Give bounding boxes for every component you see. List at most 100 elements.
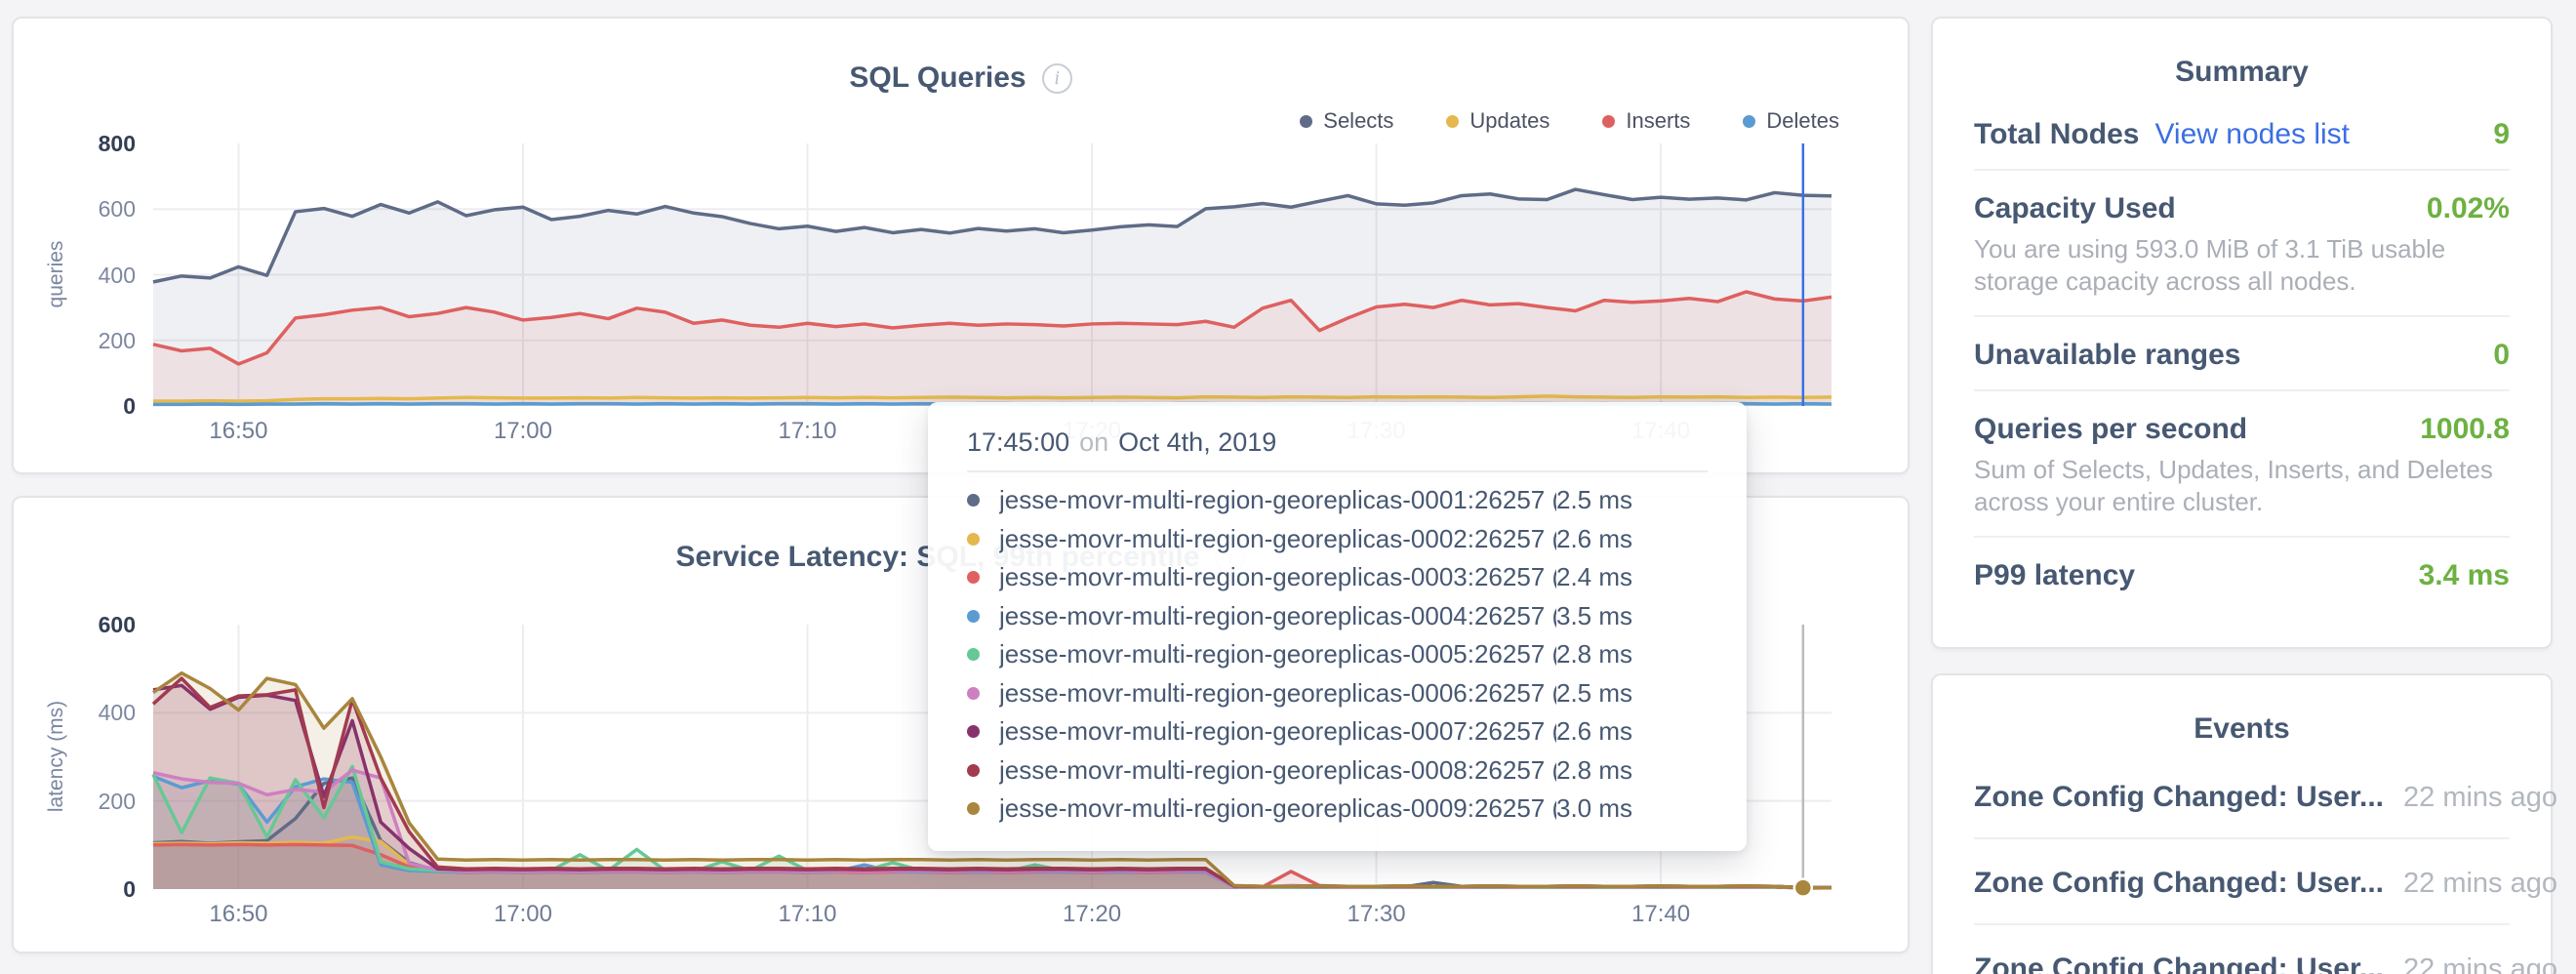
y-tick-label: 800 <box>28 129 136 158</box>
selects-dot-icon <box>1300 115 1312 128</box>
info-icon[interactable]: i <box>1042 63 1072 94</box>
node-color-dot-icon <box>967 802 980 815</box>
tooltip-node-name: jesse-movr-multi-region-georeplicas-0006… <box>999 678 1556 709</box>
unavailable-ranges-label: Unavailable ranges <box>1974 339 2240 372</box>
total-nodes-label: Total Nodes <box>1974 118 2139 151</box>
updates-dot-icon <box>1446 115 1459 128</box>
event-time: 22 mins ago <box>2403 954 2557 974</box>
y-tick-label: 600 <box>28 610 136 639</box>
tooltip-node-value: 2.8 ms <box>1556 639 1708 670</box>
legend-item-updates[interactable]: Updates <box>1446 108 1550 134</box>
x-tick-label: 17:10 <box>740 418 876 445</box>
node-color-dot-icon <box>967 494 980 507</box>
tooltip-header: 17:45:00 on Oct 4th, 2019 <box>967 402 1708 472</box>
tooltip-node-name: jesse-movr-multi-region-georeplicas-0009… <box>999 793 1556 824</box>
node-color-dot-icon <box>967 571 980 584</box>
x-tick-label: 17:30 <box>1308 901 1445 928</box>
node-color-dot-icon <box>967 725 980 738</box>
legend-item-deletes[interactable]: Deletes <box>1743 108 1839 134</box>
node-color-dot-icon <box>967 533 980 546</box>
capacity-used-description: You are using 593.0 MiB of 3.1 TiB usabl… <box>1974 233 2510 298</box>
x-tick-label: 17:00 <box>455 901 591 928</box>
event-title: Zone Config Changed: User... <box>1974 867 2384 900</box>
event-time: 22 mins ago <box>2403 782 2557 814</box>
tooltip-date: Oct 4th, 2019 <box>1118 427 1276 458</box>
y-tick-label: 600 <box>28 194 136 223</box>
tooltip-row: jesse-movr-multi-region-georeplicas-0002… <box>967 520 1708 559</box>
qps-description: Sum of Selects, Updates, Inserts, and De… <box>1974 454 2510 518</box>
tooltip-row: jesse-movr-multi-region-georeplicas-0003… <box>967 558 1708 597</box>
tooltip-node-name: jesse-movr-multi-region-georeplicas-0002… <box>999 524 1556 554</box>
view-nodes-list-link[interactable]: View nodes list <box>2154 118 2350 151</box>
tooltip-node-value: 2.4 ms <box>1556 562 1708 592</box>
tooltip-node-name: jesse-movr-multi-region-georeplicas-0005… <box>999 639 1556 670</box>
hover-point-dot <box>1794 879 1812 897</box>
summary-row-qps: Queries per second 1000.8 Sum of Selects… <box>1974 391 2510 538</box>
y-tick-label: 200 <box>28 787 136 816</box>
tooltip-row: jesse-movr-multi-region-georeplicas-0004… <box>967 597 1708 636</box>
unavailable-ranges-value: 0 <box>2493 339 2510 372</box>
x-tick-label: 17:20 <box>1024 901 1160 928</box>
event-row[interactable]: Zone Config Changed: User... 22 mins ago <box>1974 925 2510 974</box>
sql-chart-legend: Selects Updates Inserts Deletes <box>1300 108 1839 134</box>
qps-label: Queries per second <box>1974 413 2247 446</box>
p99-latency-value: 3.4 ms <box>2419 559 2510 592</box>
tooltip-row: jesse-movr-multi-region-georeplicas-0005… <box>967 635 1708 674</box>
event-time: 22 mins ago <box>2403 868 2557 900</box>
inserts-dot-icon <box>1602 115 1615 128</box>
tooltip-node-value: 2.8 ms <box>1556 755 1708 786</box>
tooltip-node-name: jesse-movr-multi-region-georeplicas-0008… <box>999 755 1556 786</box>
tooltip-conjunction: on <box>1079 427 1108 458</box>
tooltip-time: 17:45:00 <box>967 427 1069 458</box>
chart-title: SQL Queries <box>849 61 1026 95</box>
tooltip-row: jesse-movr-multi-region-georeplicas-0006… <box>967 674 1708 713</box>
events-card: Events Zone Config Changed: User... 22 m… <box>1931 673 2553 974</box>
events-body: Zone Config Changed: User... 22 mins ago… <box>1933 753 2551 974</box>
tooltip-node-value: 2.5 ms <box>1556 485 1708 515</box>
tooltip-node-name: jesse-movr-multi-region-georeplicas-0007… <box>999 716 1556 747</box>
total-nodes-value: 9 <box>2493 118 2510 151</box>
summary-card: Summary Total Nodes View nodes list 9 Ca… <box>1931 17 2553 649</box>
tooltip-row: jesse-movr-multi-region-georeplicas-0008… <box>967 751 1708 791</box>
cluster-overview-page: SQL Queries i Selects Updates Inserts De… <box>0 0 2576 974</box>
event-title: Zone Config Changed: User... <box>1974 953 2384 974</box>
node-color-dot-icon <box>967 610 980 623</box>
tooltip-node-value: 3.0 ms <box>1556 793 1708 824</box>
event-title: Zone Config Changed: User... <box>1974 781 2384 814</box>
y-tick-label: 0 <box>28 391 136 421</box>
tooltip-node-value: 2.6 ms <box>1556 716 1708 747</box>
x-tick-label: 17:40 <box>1592 901 1729 928</box>
tooltip-node-name: jesse-movr-multi-region-georeplicas-0003… <box>999 562 1556 592</box>
x-tick-label: 17:00 <box>455 418 591 445</box>
y-tick-label: 400 <box>28 698 136 727</box>
x-tick-label: 16:50 <box>170 901 306 928</box>
event-row[interactable]: Zone Config Changed: User... 22 mins ago <box>1974 839 2510 925</box>
x-tick-label: 16:50 <box>170 418 306 445</box>
tooltip-row: jesse-movr-multi-region-georeplicas-0009… <box>967 790 1708 829</box>
tooltip-node-name: jesse-movr-multi-region-georeplicas-0004… <box>999 601 1556 631</box>
summary-title: Summary <box>1933 56 2551 89</box>
deletes-dot-icon <box>1743 115 1755 128</box>
node-color-dot-icon <box>967 687 980 700</box>
legend-item-selects[interactable]: Selects <box>1300 108 1393 134</box>
p99-latency-label: P99 latency <box>1974 559 2135 592</box>
chart-hover-tooltip: 17:45:00 on Oct 4th, 2019 jesse-movr-mul… <box>928 402 1747 851</box>
event-row[interactable]: Zone Config Changed: User... 22 mins ago <box>1974 753 2510 839</box>
y-tick-label: 400 <box>28 261 136 290</box>
tooltip-node-name: jesse-movr-multi-region-georeplicas-0001… <box>999 485 1556 515</box>
summary-body: Total Nodes View nodes list 9 Capacity U… <box>1933 97 2551 592</box>
qps-value: 1000.8 <box>2420 413 2510 446</box>
tooltip-node-value: 3.5 ms <box>1556 601 1708 631</box>
y-tick-label: 200 <box>28 326 136 355</box>
tooltip-node-value: 2.6 ms <box>1556 524 1708 554</box>
sql-queries-header: SQL Queries i <box>14 61 1908 95</box>
tooltip-row: jesse-movr-multi-region-georeplicas-0007… <box>967 712 1708 751</box>
legend-item-inserts[interactable]: Inserts <box>1602 108 1690 134</box>
x-tick-label: 17:10 <box>740 901 876 928</box>
summary-row-capacity: Capacity Used 0.02% You are using 593.0 … <box>1974 171 2510 317</box>
capacity-used-label: Capacity Used <box>1974 192 2176 225</box>
tooltip-node-value: 2.5 ms <box>1556 678 1708 709</box>
events-title: Events <box>1933 712 2551 746</box>
summary-row-p99: P99 latency 3.4 ms <box>1974 538 2510 592</box>
node-color-dot-icon <box>967 648 980 661</box>
